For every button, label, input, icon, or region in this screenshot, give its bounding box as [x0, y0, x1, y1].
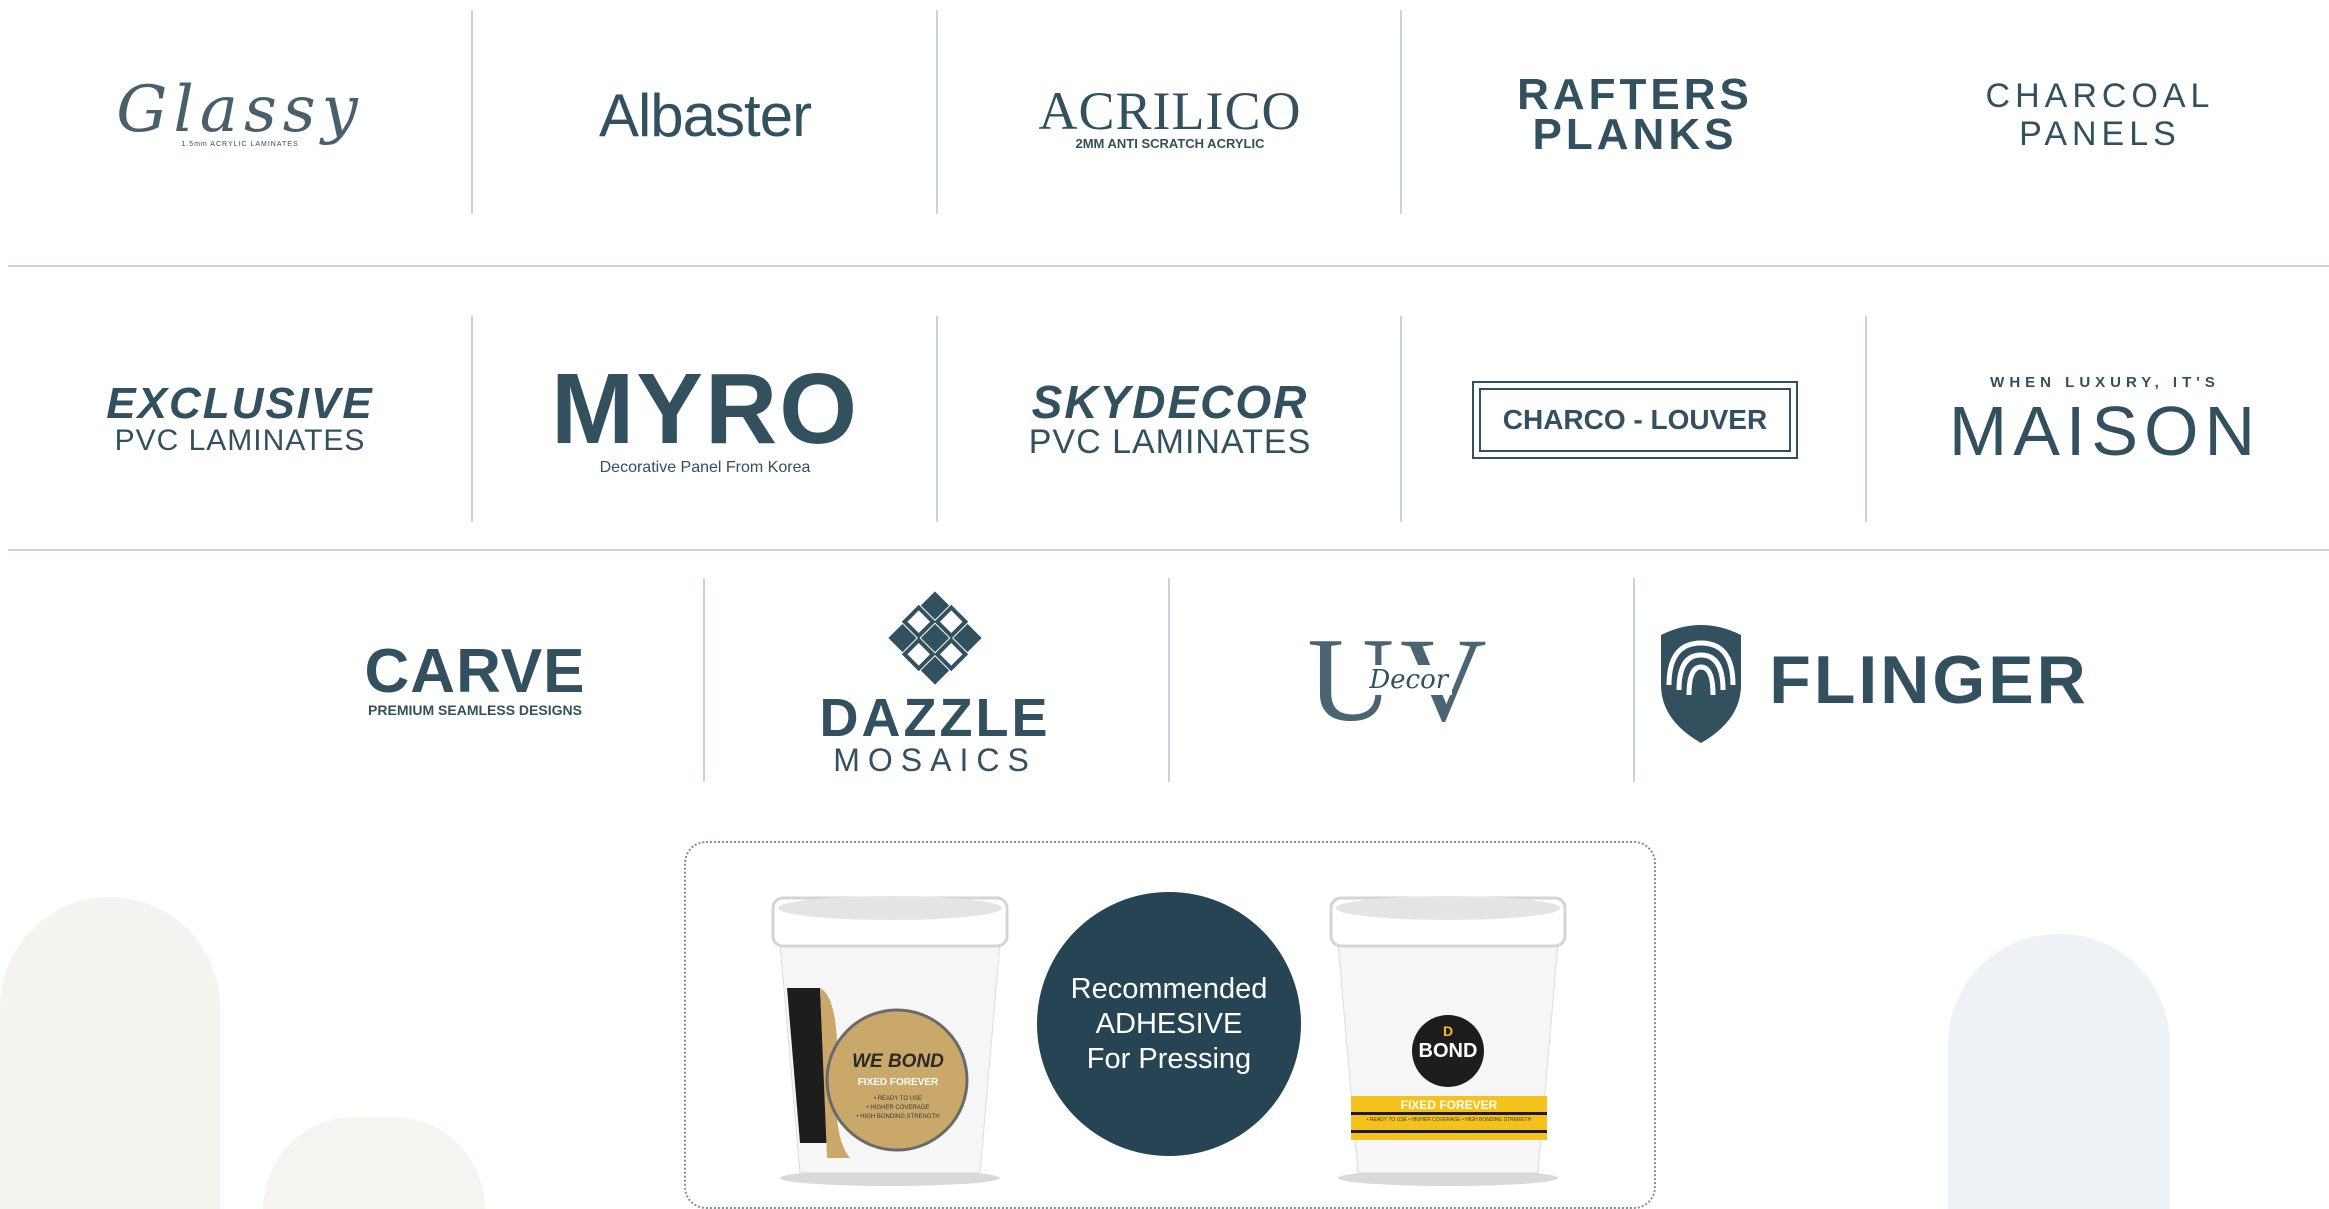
brand-name: FLINGER [1769, 642, 2089, 718]
col-divider [1400, 10, 1402, 214]
brand-tagline: WHEN LUXURY, IT'S [1990, 373, 2220, 391]
brand-tagline: 2MM ANTI SCRATCH ACRYLIC [1075, 135, 1265, 151]
brand-tagline: 1.5mm ACRYLIC LAMINATES [181, 140, 299, 148]
bucket-image [771, 896, 1009, 1186]
brand-script: Decor [1365, 665, 1453, 695]
col-divider [471, 10, 473, 214]
diamond-pattern-icon [888, 591, 982, 685]
brand-name: Glassy [116, 72, 364, 147]
bucket-brand-d: D [1442, 1023, 1454, 1039]
brand-line1: RAFTERS [1517, 70, 1753, 119]
col-divider [1168, 578, 1170, 782]
brand-name: DAZZLE [819, 688, 1051, 748]
brand-line1: CHARCOAL [1985, 77, 2215, 115]
col-divider [936, 316, 938, 522]
brand-logo-maison[interactable]: WHEN LUXURY, IT'S MAISON [1905, 340, 2305, 500]
brand-tagline: MOSAICS [833, 742, 1037, 778]
brand-logo-dazzle[interactable]: DAZZLE MOSAICS [745, 575, 1125, 785]
bucket-brand: BOND [1418, 1040, 1478, 1062]
decorative-arch-left-small [263, 1117, 485, 1209]
brand-logo-glassy[interactable]: Glassy 1.5mm ACRYLIC LAMINATES [60, 30, 420, 190]
col-divider [936, 10, 938, 214]
brand-name: ACRILICO [1038, 80, 1302, 141]
decorative-arch-left [0, 897, 220, 1209]
brand-line1: EXCLUSIVE [106, 379, 374, 428]
brand-name: CARVE [364, 637, 586, 706]
brand-tagline: Decorative Panel From Korea [599, 459, 811, 476]
col-divider [1865, 316, 1867, 522]
brand-tagline: PREMIUM SEAMLESS DESIGNS [368, 702, 582, 718]
bucket-sub: FIXED FOREVER [1400, 1098, 1498, 1112]
brand-logo-carve[interactable]: CARVE PREMIUM SEAMLESS DESIGNS [290, 605, 660, 755]
brand-line2: PANELS [2019, 115, 2181, 153]
brand-line2: PVC LAMINATES [114, 424, 366, 457]
bucket-sub: FIXED FOREVER [857, 1077, 939, 1088]
brand-line1: SKYDECOR [1031, 376, 1309, 428]
brand-name: MYRO [551, 353, 859, 465]
we-bond-bucket: WE BOND FIXED FOREVER • READY TO USE • H… [765, 888, 1015, 1188]
brand-mark: UV Decor [1307, 620, 1492, 740]
bucket-brand: WE BOND [852, 1051, 944, 1072]
brand-logo-uv-decor[interactable]: UV Decor [1215, 600, 1585, 760]
brand-name: Albaster [598, 81, 812, 149]
badge-line1: Recommended [1070, 972, 1268, 1005]
d-bond-bucket: D BOND FIXED FOREVER • READY TO USE • HI… [1323, 888, 1573, 1188]
badge-line3: For Pressing [1086, 1042, 1252, 1075]
col-divider [1400, 316, 1402, 522]
brand-logo-flinger[interactable]: FLINGER [1650, 605, 2090, 755]
brand-frame: CHARCO - LOUVER [1471, 381, 1799, 459]
brand-logo-albaster[interactable]: Albaster [520, 40, 890, 190]
bucket-bullet: • READY TO USE [873, 1096, 923, 1102]
row-divider-2 [8, 549, 2329, 551]
col-divider [471, 316, 473, 522]
brand-line2: PVC LAMINATES [1028, 423, 1312, 461]
col-divider [1633, 578, 1635, 782]
brand-logo-exclusive[interactable]: EXCLUSIVE PVC LAMINATES [50, 340, 430, 500]
recommended-adhesive-badge: Recommended ADHESIVE For Pressing [1037, 892, 1301, 1156]
row-divider-1 [8, 265, 2329, 267]
bucket-bullet: • HIGH BONDING STRENGTH [856, 1114, 940, 1120]
badge-line2: ADHESIVE [1095, 1007, 1243, 1040]
decorative-arch-right [1948, 934, 2170, 1209]
brand-logo-acrilico[interactable]: ACRILICO 2MM ANTI SCRATCH ACRYLIC [985, 40, 1355, 190]
col-divider [703, 578, 705, 782]
brand-name: MAISON [1948, 391, 2262, 470]
brand-logo-rafters-planks[interactable]: RAFTERS PLANKS [1450, 40, 1820, 190]
brand-name: CHARCO - LOUVER [1478, 388, 1792, 452]
brand-logo-charco-louver[interactable]: CHARCO - LOUVER [1450, 340, 1820, 500]
bucket-bullets: • READY TO USE • HIGHER COVERAGE • HIGH … [1366, 1117, 1532, 1123]
brand-logo-myro[interactable]: MYRO Decorative Panel From Korea [520, 340, 890, 500]
bucket-bullet: • HIGHER COVERAGE [866, 1105, 930, 1111]
brand-line2: PLANKS [1532, 110, 1738, 159]
brand-logo-skydecor[interactable]: SKYDECOR PVC LAMINATES [985, 340, 1355, 500]
brand-logo-charcoal-panels[interactable]: CHARCOAL PANELS [1915, 40, 2285, 190]
fingerprint-shield-icon [1661, 625, 1742, 743]
